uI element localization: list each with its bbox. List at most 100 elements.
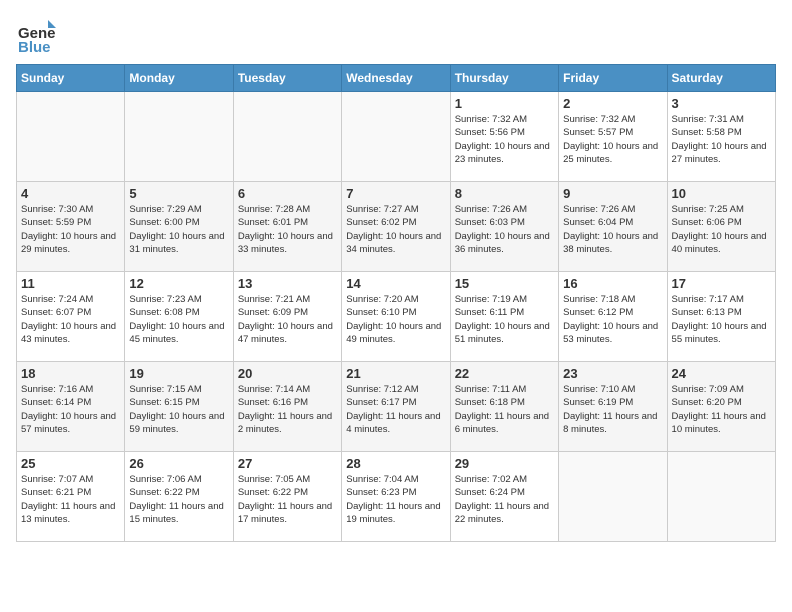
day-info: Sunrise: 7:06 AMSunset: 6:22 PMDaylight:… xyxy=(129,473,228,526)
weekday-header-wednesday: Wednesday xyxy=(342,65,450,92)
day-info: Sunrise: 7:16 AMSunset: 6:14 PMDaylight:… xyxy=(21,383,120,436)
day-number: 22 xyxy=(455,366,554,381)
calendar-cell: 5 Sunrise: 7:29 AMSunset: 6:00 PMDaylight… xyxy=(125,182,233,272)
calendar-cell xyxy=(559,452,667,542)
day-info: Sunrise: 7:29 AMSunset: 6:00 PMDaylight:… xyxy=(129,203,228,256)
week-row-4: 25Sunrise: 7:07 AMSunset: 6:21 PMDayligh… xyxy=(17,452,776,542)
weekday-header-row: SundayMondayTuesdayWednesdayThursdayFrid… xyxy=(17,65,776,92)
day-number: 23 xyxy=(563,366,662,381)
day-number: 17 xyxy=(672,276,771,291)
calendar-cell: 22 Sunrise: 7:11 AMSunset: 6:18 PMDayligh… xyxy=(450,362,558,452)
day-number: 3 xyxy=(672,96,771,111)
day-number: 20 xyxy=(238,366,337,381)
svg-text:Blue: Blue xyxy=(18,39,51,56)
day-info: Sunrise: 7:30 AMSunset: 5:59 PMDaylight:… xyxy=(21,203,120,256)
calendar-cell xyxy=(342,92,450,182)
day-info: Sunrise: 7:12 AMSunset: 6:17 PMDaylight:… xyxy=(346,383,445,436)
day-number: 16 xyxy=(563,276,662,291)
calendar-cell: 2 Sunrise: 7:32 AMSunset: 5:57 PMDaylight… xyxy=(559,92,667,182)
calendar-table: SundayMondayTuesdayWednesdayThursdayFrid… xyxy=(16,64,776,542)
calendar-cell: 10 Sunrise: 7:25 AMSunset: 6:06 PMDayligh… xyxy=(667,182,775,272)
calendar-cell xyxy=(125,92,233,182)
day-info: Sunrise: 7:26 AMSunset: 6:04 PMDaylight:… xyxy=(563,203,662,256)
day-info: Sunrise: 7:17 AMSunset: 6:13 PMDaylight:… xyxy=(672,293,771,346)
day-number: 24 xyxy=(672,366,771,381)
day-info: Sunrise: 7:14 AMSunset: 6:16 PMDaylight:… xyxy=(238,383,337,436)
calendar-cell: 12 Sunrise: 7:23 AMSunset: 6:08 PMDayligh… xyxy=(125,272,233,362)
calendar-cell: 1Sunrise: 7:32 AMSunset: 5:56 PMDaylight… xyxy=(450,92,558,182)
week-row-1: 4 Sunrise: 7:30 AMSunset: 5:59 PMDaylight… xyxy=(17,182,776,272)
day-info: Sunrise: 7:05 AMSunset: 6:22 PMDaylight:… xyxy=(238,473,337,526)
header: General Blue xyxy=(16,16,776,56)
day-number: 9 xyxy=(563,186,662,201)
day-info: Sunrise: 7:19 AMSunset: 6:11 PMDaylight:… xyxy=(455,293,554,346)
day-number: 11 xyxy=(21,276,120,291)
day-number: 12 xyxy=(129,276,228,291)
day-info: Sunrise: 7:20 AMSunset: 6:10 PMDaylight:… xyxy=(346,293,445,346)
day-number: 18 xyxy=(21,366,120,381)
day-number: 8 xyxy=(455,186,554,201)
day-number: 14 xyxy=(346,276,445,291)
day-number: 26 xyxy=(129,456,228,471)
calendar-cell: 3 Sunrise: 7:31 AMSunset: 5:58 PMDaylight… xyxy=(667,92,775,182)
weekday-header-thursday: Thursday xyxy=(450,65,558,92)
day-number: 4 xyxy=(21,186,120,201)
day-info: Sunrise: 7:25 AMSunset: 6:06 PMDaylight:… xyxy=(672,203,771,256)
day-info: Sunrise: 7:07 AMSunset: 6:21 PMDaylight:… xyxy=(21,473,120,526)
day-number: 7 xyxy=(346,186,445,201)
day-number: 29 xyxy=(455,456,554,471)
day-info: Sunrise: 7:31 AMSunset: 5:58 PMDaylight:… xyxy=(672,113,771,166)
day-info: Sunrise: 7:04 AMSunset: 6:23 PMDaylight:… xyxy=(346,473,445,526)
day-info: Sunrise: 7:11 AMSunset: 6:18 PMDaylight:… xyxy=(455,383,554,436)
day-number: 6 xyxy=(238,186,337,201)
calendar-cell: 17 Sunrise: 7:17 AMSunset: 6:13 PMDayligh… xyxy=(667,272,775,362)
day-info: Sunrise: 7:02 AMSunset: 6:24 PMDaylight:… xyxy=(455,473,554,526)
day-number: 5 xyxy=(129,186,228,201)
calendar-cell: 16 Sunrise: 7:18 AMSunset: 6:12 PMDayligh… xyxy=(559,272,667,362)
calendar-cell: 29 Sunrise: 7:02 AMSunset: 6:24 PMDayligh… xyxy=(450,452,558,542)
weekday-header-saturday: Saturday xyxy=(667,65,775,92)
day-number: 21 xyxy=(346,366,445,381)
day-info: Sunrise: 7:27 AMSunset: 6:02 PMDaylight:… xyxy=(346,203,445,256)
day-number: 2 xyxy=(563,96,662,111)
calendar-cell xyxy=(17,92,125,182)
day-number: 1 xyxy=(455,96,554,111)
day-info: Sunrise: 7:28 AMSunset: 6:01 PMDaylight:… xyxy=(238,203,337,256)
calendar-cell: 15 Sunrise: 7:19 AMSunset: 6:11 PMDayligh… xyxy=(450,272,558,362)
calendar-cell: 11 Sunrise: 7:24 AMSunset: 6:07 PMDayligh… xyxy=(17,272,125,362)
week-row-3: 18 Sunrise: 7:16 AMSunset: 6:14 PMDayligh… xyxy=(17,362,776,452)
day-info: Sunrise: 7:10 AMSunset: 6:19 PMDaylight:… xyxy=(563,383,662,436)
day-number: 28 xyxy=(346,456,445,471)
calendar-cell: 23 Sunrise: 7:10 AMSunset: 6:19 PMDayligh… xyxy=(559,362,667,452)
day-number: 13 xyxy=(238,276,337,291)
calendar-cell: 14 Sunrise: 7:20 AMSunset: 6:10 PMDayligh… xyxy=(342,272,450,362)
weekday-header-monday: Monday xyxy=(125,65,233,92)
week-row-0: 1Sunrise: 7:32 AMSunset: 5:56 PMDaylight… xyxy=(17,92,776,182)
day-info: Sunrise: 7:15 AMSunset: 6:15 PMDaylight:… xyxy=(129,383,228,436)
day-info: Sunrise: 7:32 AMSunset: 5:57 PMDaylight:… xyxy=(563,113,662,166)
calendar-cell: 13 Sunrise: 7:21 AMSunset: 6:09 PMDayligh… xyxy=(233,272,341,362)
weekday-header-friday: Friday xyxy=(559,65,667,92)
day-info: Sunrise: 7:24 AMSunset: 6:07 PMDaylight:… xyxy=(21,293,120,346)
calendar-cell: 7 Sunrise: 7:27 AMSunset: 6:02 PMDaylight… xyxy=(342,182,450,272)
logo: General Blue xyxy=(16,16,56,56)
day-info: Sunrise: 7:21 AMSunset: 6:09 PMDaylight:… xyxy=(238,293,337,346)
day-info: Sunrise: 7:09 AMSunset: 6:20 PMDaylight:… xyxy=(672,383,771,436)
calendar-cell: 18 Sunrise: 7:16 AMSunset: 6:14 PMDayligh… xyxy=(17,362,125,452)
weekday-header-tuesday: Tuesday xyxy=(233,65,341,92)
calendar-cell: 21 Sunrise: 7:12 AMSunset: 6:17 PMDayligh… xyxy=(342,362,450,452)
day-info: Sunrise: 7:18 AMSunset: 6:12 PMDaylight:… xyxy=(563,293,662,346)
day-info: Sunrise: 7:23 AMSunset: 6:08 PMDaylight:… xyxy=(129,293,228,346)
calendar-cell xyxy=(667,452,775,542)
day-number: 15 xyxy=(455,276,554,291)
day-number: 27 xyxy=(238,456,337,471)
calendar-cell: 24 Sunrise: 7:09 AMSunset: 6:20 PMDayligh… xyxy=(667,362,775,452)
day-info: Sunrise: 7:26 AMSunset: 6:03 PMDaylight:… xyxy=(455,203,554,256)
day-number: 10 xyxy=(672,186,771,201)
calendar-cell: 26 Sunrise: 7:06 AMSunset: 6:22 PMDayligh… xyxy=(125,452,233,542)
calendar-cell: 20 Sunrise: 7:14 AMSunset: 6:16 PMDayligh… xyxy=(233,362,341,452)
calendar-cell: 27 Sunrise: 7:05 AMSunset: 6:22 PMDayligh… xyxy=(233,452,341,542)
calendar-cell: 19Sunrise: 7:15 AMSunset: 6:15 PMDayligh… xyxy=(125,362,233,452)
week-row-2: 11 Sunrise: 7:24 AMSunset: 6:07 PMDayligh… xyxy=(17,272,776,362)
weekday-header-sunday: Sunday xyxy=(17,65,125,92)
